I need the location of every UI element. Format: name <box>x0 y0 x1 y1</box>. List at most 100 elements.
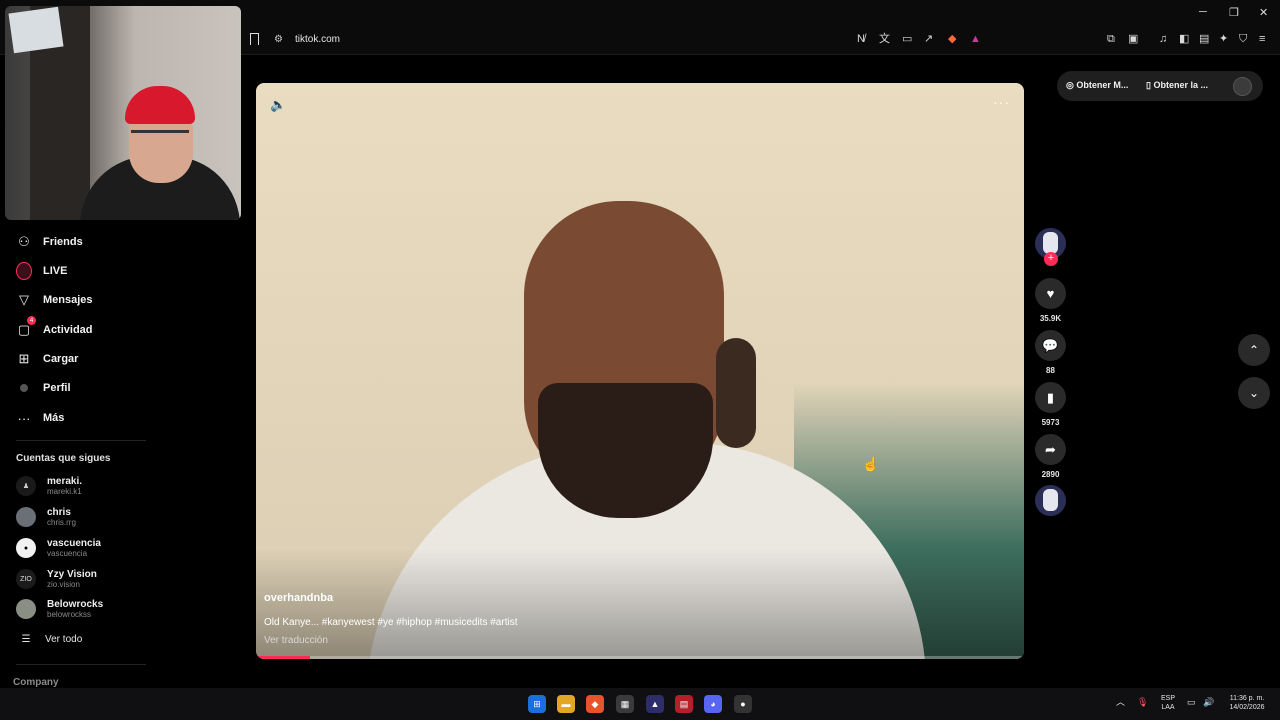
restore-button[interactable]: ❐ <box>1229 6 1239 19</box>
video-player[interactable]: 🔈 ··· overhandnba Old Kanye... #kanyewes… <box>256 83 1024 659</box>
following-username: mareki.k1 <box>47 486 82 496</box>
no-translate-icon[interactable]: N̸ <box>857 33 865 45</box>
messages-icon: ▽ <box>19 292 29 307</box>
sidebar-item-live[interactable]: LIVE <box>16 261 67 281</box>
leo-ai-icon[interactable]: ✦ <box>1219 33 1228 45</box>
get-app-label: Obtener la ... <box>1153 80 1208 90</box>
following-item[interactable]: ZIO Yzy Vision zio.vision <box>16 565 97 593</box>
following-username: chris.rrg <box>47 517 76 527</box>
extensions-icon[interactable]: ⧉ <box>1107 33 1115 45</box>
sidebar-item-label: Friends <box>43 236 83 248</box>
following-name: meraki. <box>47 475 83 487</box>
following-item[interactable]: ♟ meraki. mareki.k1 <box>16 472 82 500</box>
tab-search-icon[interactable]: ▣ <box>1128 33 1138 45</box>
translate-icon[interactable]: 文 <box>879 33 890 45</box>
minimize-button[interactable]: ─ <box>1199 6 1207 18</box>
comment-button[interactable]: 💬 <box>1035 330 1066 361</box>
see-all-label: Ver todo <box>45 634 83 645</box>
like-button[interactable]: ♥ <box>1035 278 1066 309</box>
obs-icon[interactable]: ● <box>734 695 752 713</box>
volume-tray-icon[interactable]: 🔊 <box>1203 698 1214 707</box>
chevron-down-icon: ⌄ <box>1248 386 1260 400</box>
sidebar-item-more[interactable]: ··· Más <box>16 408 65 428</box>
music-disc-avatar[interactable] <box>1035 485 1066 516</box>
comment-icon: 💬 <box>1042 337 1059 353</box>
video-caption: Old Kanye... #kanyewest #ye #hiphop #mus… <box>264 617 518 628</box>
mouse-cursor-icon: ☝ <box>862 456 880 472</box>
close-button[interactable]: ✕ <box>1259 6 1268 19</box>
more-options-icon[interactable]: ··· <box>993 94 1010 110</box>
activity-icon: ▢ 4 <box>16 316 36 338</box>
share-icon[interactable]: ↗ <box>924 33 933 45</box>
sidebar-icon[interactable]: ◧ <box>1179 33 1189 45</box>
sidebar-item-activity[interactable]: ▢ 4 Actividad <box>16 316 93 340</box>
webcam-person-glasses <box>131 130 189 147</box>
share-arrow-icon: ➦ <box>1045 441 1056 457</box>
chevron-up-icon[interactable]: ︿ <box>1116 698 1125 707</box>
video-overlay-gradient <box>256 549 1024 659</box>
clock-time: 11:36 p. m. <box>1229 695 1265 702</box>
media-icon[interactable]: ♫ <box>1159 33 1167 45</box>
save-count: 5973 <box>1041 418 1060 427</box>
following-name: Belowrocks <box>47 598 104 610</box>
see-all-button[interactable]: ☰ Ver todo <box>16 634 83 645</box>
following-item[interactable]: Belowrocks belowrockss <box>16 595 103 623</box>
avatar <box>16 599 36 619</box>
company-link[interactable]: Company <box>13 677 59 688</box>
vpn-icon[interactable]: ⛉ <box>1239 33 1247 45</box>
sidebar-item-friends[interactable]: ⚇ Friends <box>16 232 83 252</box>
get-app-button[interactable]: ▯ Obtener la ... <box>1146 80 1208 91</box>
language-indicator[interactable]: ESP LAA <box>1157 694 1179 712</box>
voicemeeter-icon[interactable]: ▤ <box>675 695 693 713</box>
chevron-up-icon: ⌃ <box>1248 343 1260 357</box>
store-icon[interactable]: ▦ <box>616 695 634 713</box>
game-icon[interactable]: ▲ <box>646 695 664 713</box>
previous-video-button[interactable]: ⌃ <box>1238 334 1270 366</box>
sidebar-item-label: LIVE <box>43 265 68 277</box>
see-translation-link[interactable]: Ver traducción <box>264 635 328 646</box>
share-count: 2890 <box>1041 470 1060 479</box>
sidebar-item-messages[interactable]: ▽ Mensajes <box>16 290 93 310</box>
sidebar-item-upload[interactable]: ⊞ Cargar <box>16 349 79 369</box>
save-button[interactable]: ▮ <box>1035 382 1066 413</box>
address-bar[interactable]: tiktok.com <box>295 34 340 45</box>
sidebar-item-label: Más <box>43 412 65 424</box>
file-explorer-icon[interactable]: ▬ <box>557 695 575 713</box>
microphone-icon[interactable]: 🎙 <box>1137 698 1148 707</box>
more-icon: ··· <box>17 410 31 426</box>
share-button[interactable]: ➦ <box>1035 434 1066 465</box>
clock[interactable]: 11:36 p. m. 14/02/2026 <box>1222 694 1272 712</box>
brave-shield-icon[interactable]: ◆ <box>948 33 956 45</box>
volume-icon[interactable]: 🔈 <box>270 97 286 113</box>
get-coins-button[interactable]: ◎ Obtener M... <box>1066 80 1128 91</box>
avatar: ♟ <box>16 476 36 496</box>
start-icon[interactable]: ⊞ <box>528 695 546 713</box>
network-icon[interactable]: ▭ <box>1187 698 1196 707</box>
heart-icon: ♥ <box>1046 286 1055 301</box>
wallet-icon[interactable]: ▤ <box>1199 33 1209 45</box>
follow-plus-button[interactable]: + <box>1044 252 1058 266</box>
menu-icon[interactable]: ≡ <box>1259 33 1265 45</box>
bookmark-icon[interactable] <box>250 33 259 45</box>
following-item[interactable]: chris chris.rrg <box>16 503 76 531</box>
webcam-person-cap <box>125 86 195 124</box>
cast-icon[interactable]: ▭ <box>902 33 912 45</box>
video-progress-bar[interactable] <box>256 656 1024 659</box>
avatar: ● <box>16 538 36 558</box>
site-settings-icon[interactable]: ⚙ <box>274 34 283 45</box>
coin-icon: ◎ <box>1066 80 1074 90</box>
sidebar-item-profile[interactable]: Perfil <box>16 378 71 398</box>
video-author[interactable]: overhandnba <box>264 592 333 604</box>
language-label: ESP <box>1160 695 1175 702</box>
brave-browser-icon[interactable]: ◆ <box>586 695 604 713</box>
comment-count: 88 <box>1046 366 1055 375</box>
discord-icon[interactable]: ◕ <box>704 695 722 713</box>
sidebar-divider <box>16 440 146 441</box>
avatar <box>16 507 36 527</box>
profile-icon <box>20 384 28 392</box>
brave-rewards-icon[interactable]: ▲ <box>970 33 981 45</box>
next-video-button[interactable]: ⌄ <box>1238 377 1270 409</box>
user-avatar[interactable] <box>1233 77 1252 96</box>
following-item[interactable]: ● vascuencia vascuencia <box>16 534 101 562</box>
get-coins-label: Obtener M... <box>1076 80 1129 90</box>
